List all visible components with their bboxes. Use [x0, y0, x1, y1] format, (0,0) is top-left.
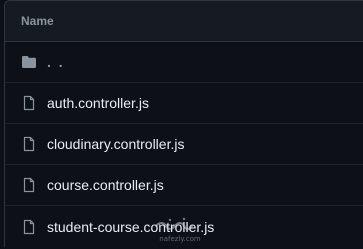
list-item-file[interactable]: course.controller.js	[5, 165, 363, 206]
list-item-file[interactable]: student-course.controller.js	[5, 206, 363, 247]
list-item-label: . .	[47, 54, 65, 70]
file-icon	[21, 177, 37, 193]
list-item-file[interactable]: auth.controller.js	[5, 83, 363, 124]
list-item-label[interactable]: student-course.controller.js	[47, 219, 214, 235]
column-header-name: Name	[21, 14, 54, 28]
file-icon	[21, 136, 37, 152]
list-item-label[interactable]: course.controller.js	[47, 177, 164, 193]
file-icon	[21, 95, 37, 111]
list-item-label[interactable]: cloudinary.controller.js	[47, 136, 184, 152]
file-list-header: Name	[5, 1, 363, 42]
file-list-panel: Name . . auth.controller.js cloudinary.c…	[4, 0, 363, 247]
list-item-file[interactable]: cloudinary.controller.js	[5, 124, 363, 165]
file-icon	[21, 219, 37, 235]
list-item-label[interactable]: auth.controller.js	[47, 95, 149, 111]
folder-icon	[21, 54, 37, 70]
list-item-parent-directory[interactable]: . .	[5, 42, 363, 83]
